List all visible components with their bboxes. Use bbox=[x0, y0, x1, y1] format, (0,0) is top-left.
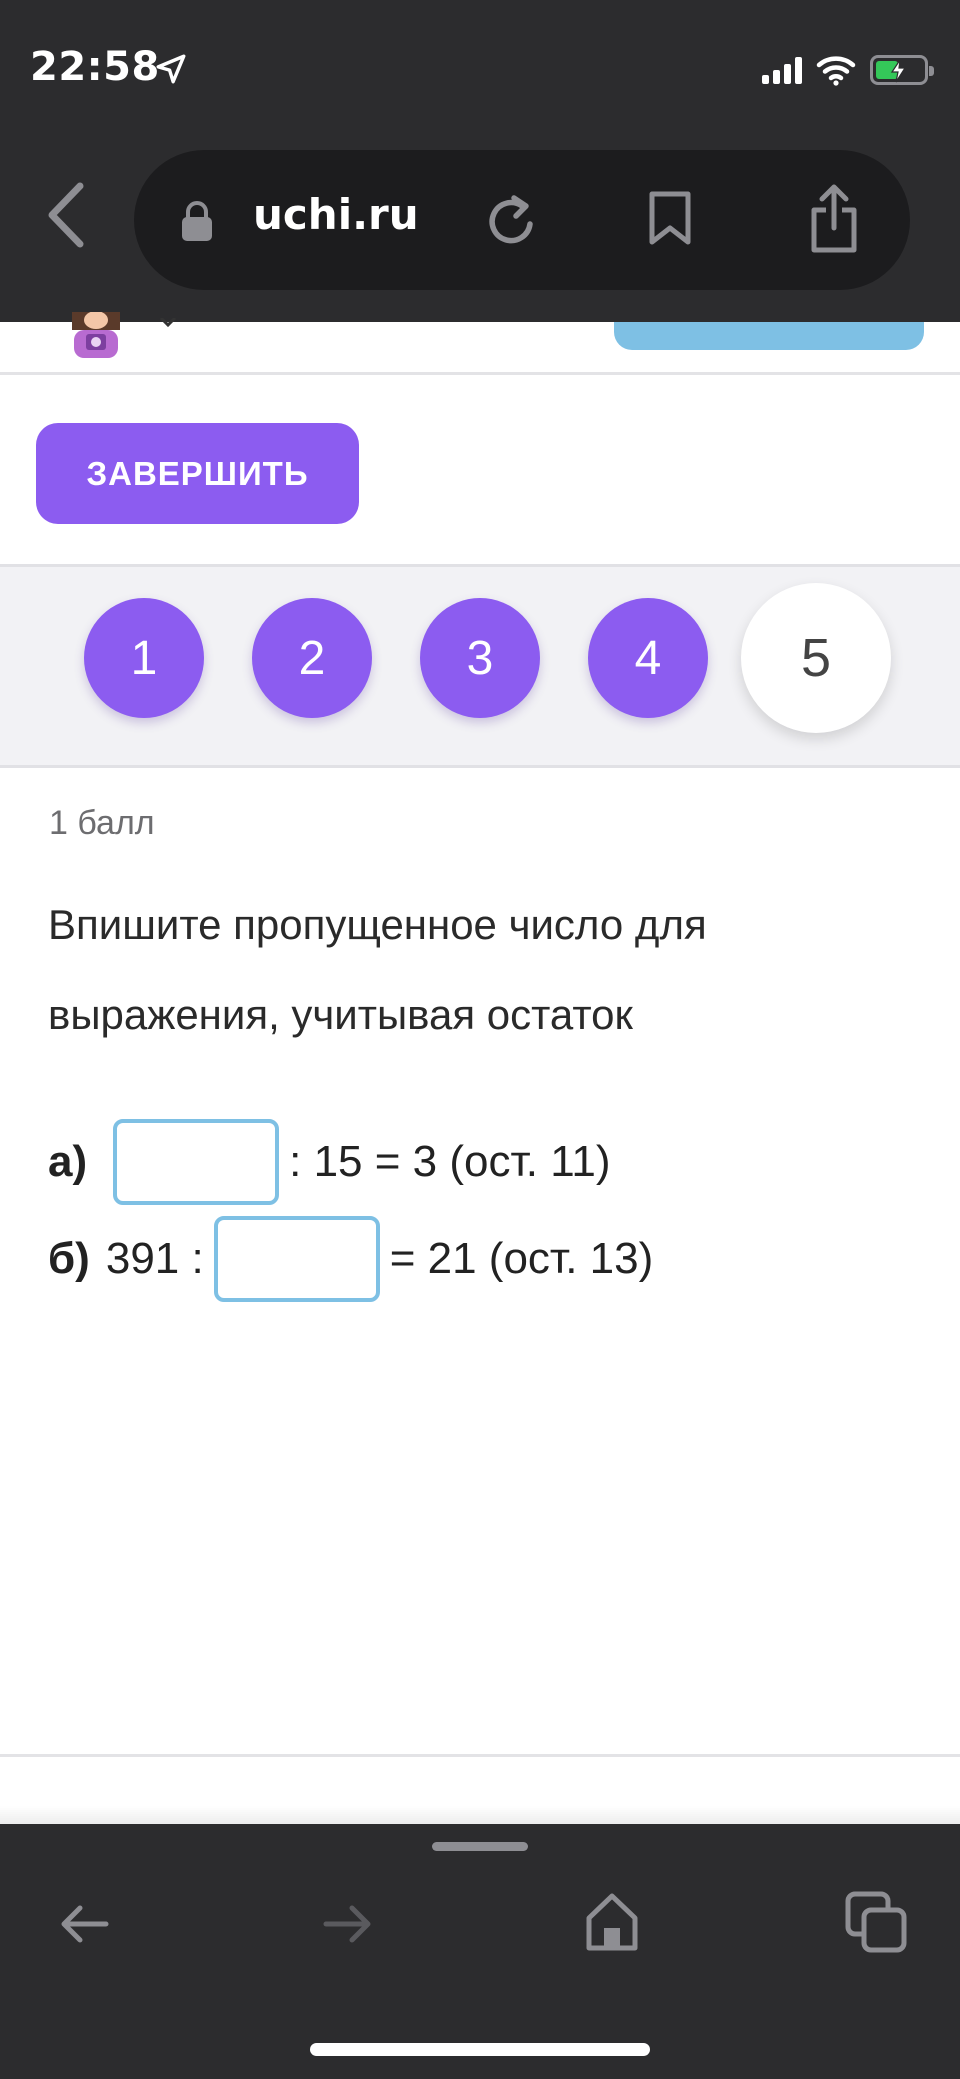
header-blue-button[interactable] bbox=[614, 322, 924, 350]
task-b-label: б) bbox=[48, 1234, 90, 1283]
answer-input-a[interactable] bbox=[113, 1119, 280, 1205]
task-b-expression: = 21 (ост. 13) bbox=[389, 1234, 654, 1283]
question-nav-item-2[interactable]: 2 bbox=[252, 598, 372, 718]
battery-icon bbox=[870, 55, 934, 85]
task-a-expression: : 15 = 3 (ост. 11) bbox=[289, 1137, 611, 1186]
question-nav-item-1[interactable]: 1 bbox=[84, 598, 204, 718]
arrow-right-icon[interactable] bbox=[320, 1896, 376, 1952]
question-text: Впишите пропущенное число для выражения,… bbox=[48, 901, 707, 1038]
task-row-b: б) 391 : = 21 (ост. 13) bbox=[48, 1214, 653, 1304]
status-time: 22:58 bbox=[30, 44, 160, 90]
arrow-left-icon[interactable] bbox=[56, 1896, 112, 1952]
home-indicator[interactable] bbox=[310, 2043, 650, 2056]
home-icon[interactable] bbox=[583, 1890, 641, 1954]
signal-icon bbox=[762, 56, 802, 84]
share-icon[interactable] bbox=[808, 182, 860, 254]
sheet-grabber[interactable] bbox=[432, 1842, 528, 1851]
shadow bbox=[0, 1806, 960, 1826]
question-nav: 1 2 3 4 5 bbox=[0, 564, 960, 768]
question-nav-item-4[interactable]: 4 bbox=[588, 598, 708, 718]
answer-input-b[interactable] bbox=[213, 1216, 380, 1302]
url-text[interactable]: uchi.ru bbox=[253, 190, 419, 239]
task-b-prefix: 391 : bbox=[105, 1234, 204, 1283]
bookmark-icon[interactable] bbox=[648, 190, 692, 246]
reload-icon[interactable] bbox=[484, 190, 540, 250]
points-label: 1 балл bbox=[49, 804, 155, 842]
task-a-label: а) bbox=[48, 1137, 88, 1186]
divider bbox=[0, 1754, 960, 1757]
lock-icon bbox=[182, 201, 212, 241]
task-row-a: а) : 15 = 3 (ост. 11) bbox=[48, 1117, 611, 1207]
browser-bottom-toolbar bbox=[0, 1824, 960, 2079]
wifi-icon bbox=[816, 56, 856, 86]
back-chevron-icon[interactable] bbox=[42, 180, 90, 250]
question-nav-item-3[interactable]: 3 bbox=[420, 598, 540, 718]
finish-button[interactable]: ЗАВЕРШИТЬ bbox=[36, 423, 359, 524]
divider bbox=[0, 372, 960, 375]
status-icons bbox=[762, 50, 934, 90]
avatar[interactable] bbox=[66, 312, 126, 358]
tabs-icon[interactable] bbox=[844, 1890, 910, 1956]
location-arrow-icon bbox=[156, 54, 186, 84]
question-nav-item-5-active[interactable]: 5 bbox=[741, 583, 891, 733]
chevron-down-icon[interactable] bbox=[158, 318, 178, 328]
